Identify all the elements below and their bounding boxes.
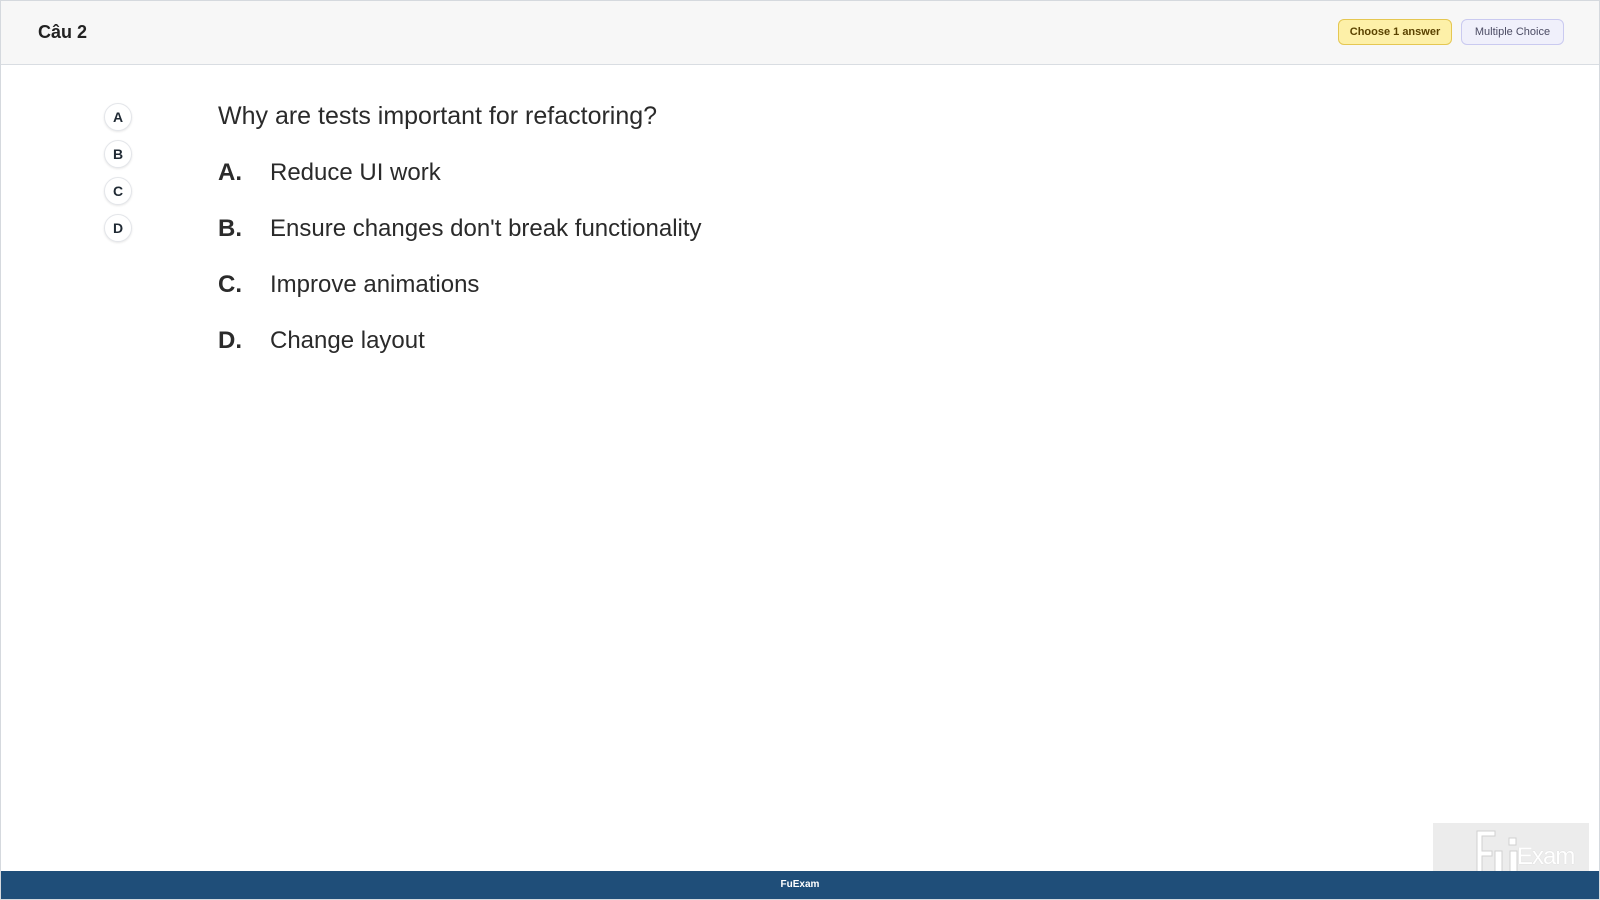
option-d[interactable]: D. Change layout [218, 324, 425, 358]
answer-selector-a[interactable]: A [104, 103, 132, 131]
exam-question-page: Câu 2 Choose 1 answer Multiple Choice A … [0, 0, 1600, 900]
question-text: Why are tests important for refactoring? [218, 102, 658, 130]
answer-selector-d[interactable]: D [104, 214, 132, 242]
footer-brand: FuExam [780, 879, 820, 890]
answer-selector-b[interactable]: B [104, 140, 132, 168]
option-text: Reduce UI work [270, 159, 441, 186]
footer-bar: FuExam [1, 871, 1599, 899]
option-c[interactable]: C. Improve animations [218, 268, 479, 302]
question-header: Câu 2 Choose 1 answer Multiple Choice [1, 1, 1599, 65]
question-type-badge: Multiple Choice [1461, 19, 1564, 45]
option-letter: D. [218, 327, 242, 354]
option-letter: A. [218, 159, 242, 186]
option-b[interactable]: B. Ensure changes don't break functional… [218, 212, 702, 246]
question-number: Câu 2 [38, 22, 88, 42]
option-text: Improve animations [270, 271, 480, 298]
choose-answer-badge: Choose 1 answer [1338, 19, 1452, 45]
option-text: Ensure changes don't break functionality [270, 215, 702, 242]
option-letter: C. [218, 271, 242, 298]
option-letter: B. [218, 215, 242, 242]
option-text: Change layout [270, 327, 425, 354]
option-a[interactable]: A. Reduce UI work [218, 156, 441, 190]
watermark-text: Exam [1517, 843, 1575, 870]
answer-selector-c[interactable]: C [104, 177, 132, 205]
answer-selector-list: A B C D [104, 103, 132, 251]
